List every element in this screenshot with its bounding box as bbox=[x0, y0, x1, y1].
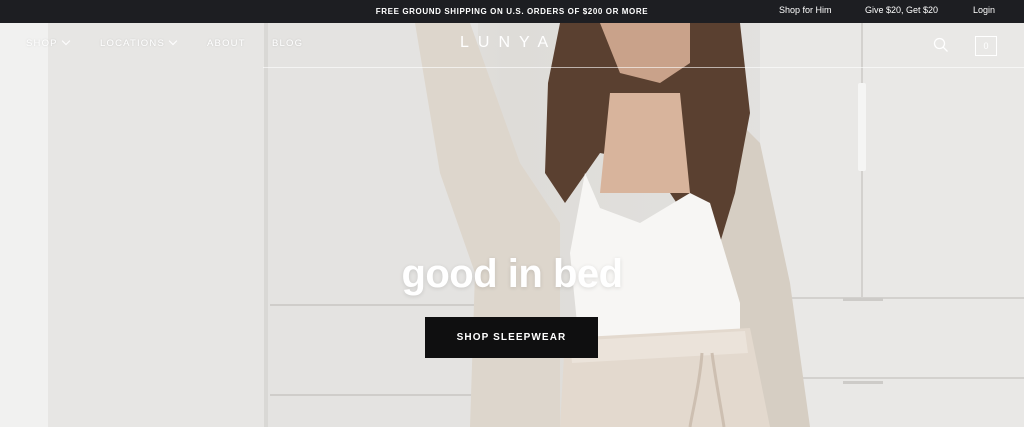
hero-headline: good in bed bbox=[401, 252, 623, 296]
shop-for-him-link[interactable]: Shop for Him bbox=[779, 0, 832, 23]
search-icon[interactable] bbox=[933, 37, 949, 53]
nav-shop-label: SHOP bbox=[26, 38, 58, 49]
hero-banner bbox=[0, 23, 1024, 427]
cart-count: 0 bbox=[983, 41, 989, 51]
chevron-down-icon bbox=[168, 36, 178, 46]
nav-about[interactable]: ABOUT bbox=[207, 38, 246, 49]
hero-image bbox=[0, 23, 1024, 427]
chevron-down-icon bbox=[61, 36, 70, 46]
main-nav: SHOP LOCATIONS ABOUT BLOG LUNYA 0 bbox=[0, 23, 1024, 68]
nav-divider bbox=[263, 67, 1024, 68]
brand-logo[interactable]: LUNYA bbox=[460, 34, 557, 52]
nav-locations-label: LOCATIONS bbox=[100, 38, 165, 49]
cart-icon[interactable]: 0 bbox=[975, 36, 997, 56]
login-link[interactable]: Login bbox=[973, 0, 995, 23]
nav-locations[interactable]: LOCATIONS bbox=[100, 36, 178, 49]
shop-sleepwear-button[interactable]: SHOP SLEEPWEAR bbox=[425, 317, 598, 358]
announcement-bar: FREE GROUND SHIPPING ON U.S. ORDERS OF $… bbox=[0, 0, 1024, 23]
nav-shop[interactable]: SHOP bbox=[26, 36, 70, 49]
referral-link[interactable]: Give $20, Get $20 bbox=[865, 0, 938, 23]
nav-blog[interactable]: BLOG bbox=[272, 38, 303, 49]
